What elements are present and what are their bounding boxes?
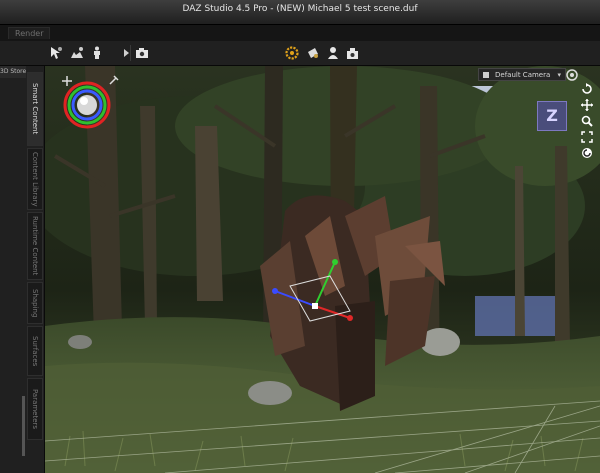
render-to-new-window-icon[interactable]: [345, 45, 361, 61]
toolbar-divider: [130, 45, 131, 61]
pane-tab-row: Render: [0, 25, 600, 41]
rotate-icon[interactable]: [580, 82, 594, 96]
play-arrow-icon[interactable]: [118, 45, 134, 61]
viewport-options-icon[interactable]: [565, 68, 579, 82]
tab-parameters-label: Parameters: [31, 388, 39, 430]
tab-content-library[interactable]: Content Library: [27, 148, 43, 210]
3d-viewport[interactable]: Default Camera ▾ Z: [45, 66, 600, 473]
panel-scroll-handle[interactable]: [22, 396, 25, 456]
tab-runtime-content[interactable]: Runtime Content: [27, 212, 43, 280]
tab-shaping-label: Shaping: [31, 288, 39, 318]
store-label[interactable]: 3D Store: [0, 66, 26, 78]
tab-parameters[interactable]: Parameters: [27, 378, 43, 440]
tab-content-library-label: Content Library: [31, 151, 39, 207]
zoom-icon[interactable]: [580, 114, 594, 128]
universal-tool-icon[interactable]: [69, 45, 85, 61]
universal-handle-icon[interactable]: [61, 72, 73, 86]
frame-icon[interactable]: [580, 130, 594, 144]
pan-icon[interactable]: [580, 98, 594, 112]
tab-runtime-content-label: Runtime Content: [31, 216, 39, 276]
camera-select[interactable]: Default Camera ▾: [478, 68, 566, 81]
tab-smart-content-label: Smart Content: [31, 83, 39, 135]
tab-surfaces[interactable]: Surfaces: [27, 326, 43, 376]
chevron-down-icon: ▾: [557, 71, 561, 79]
left-dock-panel: 3D Store Smart Content Content Library R…: [0, 66, 45, 473]
window-title: DAZ Studio 4.5 Pro - (NEW) Michael 5 tes…: [182, 4, 418, 14]
tab-surfaces-label: Surfaces: [31, 335, 39, 367]
tab-render[interactable]: Render: [8, 27, 51, 39]
spot-render-icon[interactable]: [325, 45, 341, 61]
render-icon[interactable]: [305, 45, 321, 61]
pin-icon[interactable]: [107, 72, 119, 85]
camera-select-value: Default Camera: [495, 71, 551, 79]
forest-scene: [45, 66, 600, 473]
main-toolbar: [0, 41, 600, 66]
render-settings-icon[interactable]: [284, 45, 300, 61]
tab-smart-content[interactable]: Smart Content: [27, 72, 43, 146]
camera-indicator-icon: [483, 72, 489, 78]
node-selection-icon[interactable]: [48, 45, 64, 61]
figure-posing-icon[interactable]: [89, 45, 105, 61]
camera-icon[interactable]: [134, 45, 150, 61]
reset-icon[interactable]: [580, 146, 594, 160]
tab-shaping[interactable]: Shaping: [27, 282, 43, 324]
view-cube[interactable]: Z: [537, 101, 567, 131]
title-bar: DAZ Studio 4.5 Pro - (NEW) Michael 5 tes…: [0, 0, 600, 25]
